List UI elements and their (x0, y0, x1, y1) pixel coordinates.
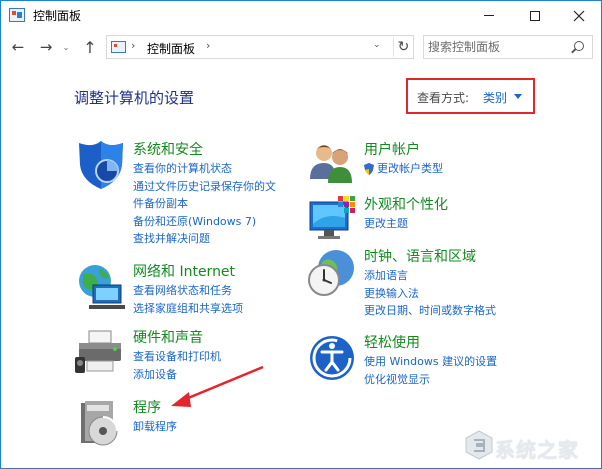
search-icon[interactable] (574, 41, 584, 51)
title-bar[interactable]: 控制面板 (1, 1, 601, 30)
watermark-text: 系统之家 (495, 438, 579, 462)
minimize-button[interactable] (466, 1, 512, 30)
link-change-account-type[interactable]: 更改帐户类型 (364, 160, 443, 178)
forward-button[interactable]: → (35, 36, 57, 58)
search-input[interactable] (428, 38, 568, 56)
close-button[interactable] (556, 1, 602, 30)
maximize-button[interactable] (512, 1, 558, 30)
programs-title[interactable]: 程序 (133, 397, 161, 417)
link-add-language[interactable]: 添加语言 (364, 267, 496, 285)
network-globe-icon[interactable] (75, 261, 127, 313)
up-button[interactable]: ↑ (79, 36, 101, 58)
address-bar[interactable]: › 控制面板 › ⌄ ↻ (106, 35, 414, 59)
maximize-icon (530, 10, 540, 21)
breadcrumb-control-panel[interactable]: 控制面板 (147, 40, 195, 57)
view-by-dropdown[interactable]: 类别 (483, 89, 507, 106)
users-icon[interactable] (306, 139, 358, 191)
watermark: 系统之家 (463, 426, 599, 466)
link-change-input-method[interactable]: 更换输入法 (364, 285, 496, 303)
hardware-sound-title[interactable]: 硬件和声音 (133, 327, 203, 347)
view-by-highlight: 查看方式: 类别 (406, 78, 535, 114)
link-backup-restore[interactable]: 备份和还原(Windows 7) (133, 213, 276, 231)
network-internet-title[interactable]: 网络和 Internet (133, 261, 235, 281)
link-change-account-type-label: 更改帐户类型 (377, 162, 443, 175)
recent-locations-button[interactable]: ⌄ (59, 36, 73, 58)
back-button[interactable]: ← (7, 36, 29, 58)
link-view-computer-status[interactable]: 查看你的计算机状态 (133, 160, 276, 178)
control-panel-icon (111, 41, 126, 53)
link-file-history[interactable]: 通过文件历史记录保存你的文 (133, 178, 276, 196)
red-arrow-annotation (171, 365, 264, 407)
chevron-down-icon[interactable]: ⌄ (373, 40, 381, 50)
chevron-right-icon[interactable]: › (131, 39, 135, 52)
link-change-date-time-format[interactable]: 更改日期、时间或数字格式 (364, 302, 496, 320)
control-panel-window: 控制面板 ← → ⌄ ↑ › 控制面板 › ⌄ ↻ 搜索控制面板 调整计算机的设… (0, 0, 602, 469)
clock-globe-icon[interactable] (306, 246, 358, 298)
link-file-history-cont[interactable]: 件备份副本 (133, 195, 276, 213)
programs-disc-icon[interactable] (75, 397, 127, 449)
link-homegroup-sharing[interactable]: 选择家庭组和共享选项 (133, 300, 243, 318)
monitor-palette-icon[interactable] (306, 194, 358, 246)
link-optimize-display[interactable]: 优化视觉显示 (364, 371, 497, 389)
link-uninstall-program[interactable]: 卸载程序 (133, 418, 177, 436)
search-box[interactable] (423, 35, 593, 59)
minimize-icon (484, 15, 494, 16)
link-recommended-settings[interactable]: 使用 Windows 建议的设置 (364, 353, 497, 371)
ease-of-access-icon[interactable] (306, 332, 358, 384)
uac-shield-icon (364, 162, 374, 175)
link-troubleshoot[interactable]: 查找并解决问题 (133, 230, 276, 248)
chevron-right-icon[interactable]: › (206, 39, 210, 52)
printer-icon[interactable] (75, 327, 127, 379)
link-change-theme[interactable]: 更改主题 (364, 215, 408, 233)
appearance-title[interactable]: 外观和个性化 (364, 194, 448, 214)
window-title: 控制面板 (33, 9, 82, 23)
navigation-bar: ← → ⌄ ↑ › 控制面板 › ⌄ ↻ (1, 33, 601, 61)
user-accounts-title[interactable]: 用户帐户 (364, 139, 420, 159)
caret-down-icon[interactable] (514, 94, 522, 99)
clock-region-title[interactable]: 时钟、语言和区域 (364, 246, 476, 266)
view-by-label: 查看方式: (417, 91, 470, 105)
system-security-title[interactable]: 系统和安全 (133, 139, 203, 159)
page-title: 调整计算机的设置 (74, 89, 195, 107)
shield-icon[interactable] (75, 139, 127, 191)
refresh-button[interactable]: ↻ (393, 37, 413, 57)
watermark-logo-icon (465, 430, 493, 460)
control-panel-icon (9, 8, 25, 22)
ease-of-access-title[interactable]: 轻松使用 (364, 332, 420, 352)
link-network-status[interactable]: 查看网络状态和任务 (133, 282, 243, 300)
close-icon (573, 10, 585, 21)
